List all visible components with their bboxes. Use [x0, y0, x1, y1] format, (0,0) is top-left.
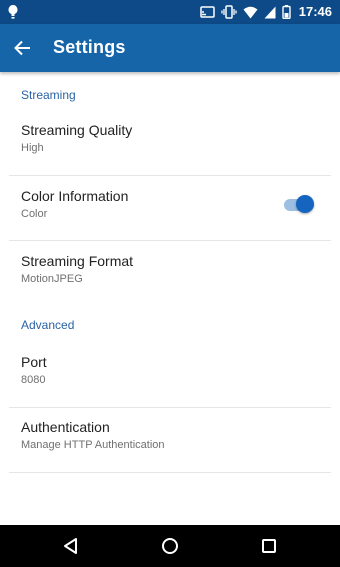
vibrate-icon — [221, 5, 237, 19]
pref-title: Port — [21, 354, 47, 370]
status-bar: 17:46 — [0, 0, 340, 24]
page-title: Settings — [53, 37, 126, 57]
pref-title: Authentication — [21, 419, 110, 435]
color-information-toggle[interactable] — [282, 194, 318, 216]
cast-icon — [200, 5, 215, 19]
recents-square-icon — [262, 539, 276, 553]
home-circle-icon — [162, 538, 178, 554]
pref-title: Streaming Quality — [21, 122, 133, 138]
notification-icon — [7, 4, 19, 25]
settings-list: Streaming Streaming Quality High Color I… — [0, 72, 340, 473]
status-icons: 17:46 — [200, 4, 332, 20]
pref-summary: MotionJPEG — [21, 273, 83, 285]
pref-title: Color Information — [21, 188, 129, 204]
status-time: 17:46 — [298, 4, 332, 19]
wifi-icon — [243, 6, 258, 19]
pref-summary: 8080 — [21, 374, 46, 386]
nav-back-button[interactable] — [61, 536, 81, 556]
navigation-bar — [0, 525, 340, 567]
battery-icon — [282, 5, 291, 19]
toggle-thumb — [296, 195, 314, 213]
pref-summary: High — [21, 142, 44, 154]
pref-title: Streaming Format — [21, 253, 134, 269]
arrow-back-icon — [14, 40, 30, 56]
back-triangle-icon — [64, 538, 77, 554]
section-header-advanced: Advanced — [21, 318, 75, 332]
signal-icon — [264, 6, 276, 19]
app-bar: Settings — [0, 24, 340, 72]
pref-authentication[interactable]: Authentication Manage HTTP Authenticatio… — [9, 408, 331, 473]
pref-summary: Color — [21, 208, 48, 220]
pref-color-information[interactable]: Color Information Color — [9, 176, 331, 241]
nav-recents-button[interactable] — [259, 536, 279, 556]
pref-summary: Manage HTTP Authentication — [21, 439, 165, 451]
nav-home-button[interactable] — [160, 536, 180, 556]
pref-streaming-quality[interactable]: Streaming Quality High — [9, 111, 331, 176]
section-header-streaming: Streaming — [21, 88, 76, 102]
pref-streaming-format[interactable]: Streaming Format MotionJPEG — [9, 241, 331, 305]
back-button[interactable] — [10, 36, 38, 60]
pref-port[interactable]: Port 8080 — [9, 343, 331, 408]
